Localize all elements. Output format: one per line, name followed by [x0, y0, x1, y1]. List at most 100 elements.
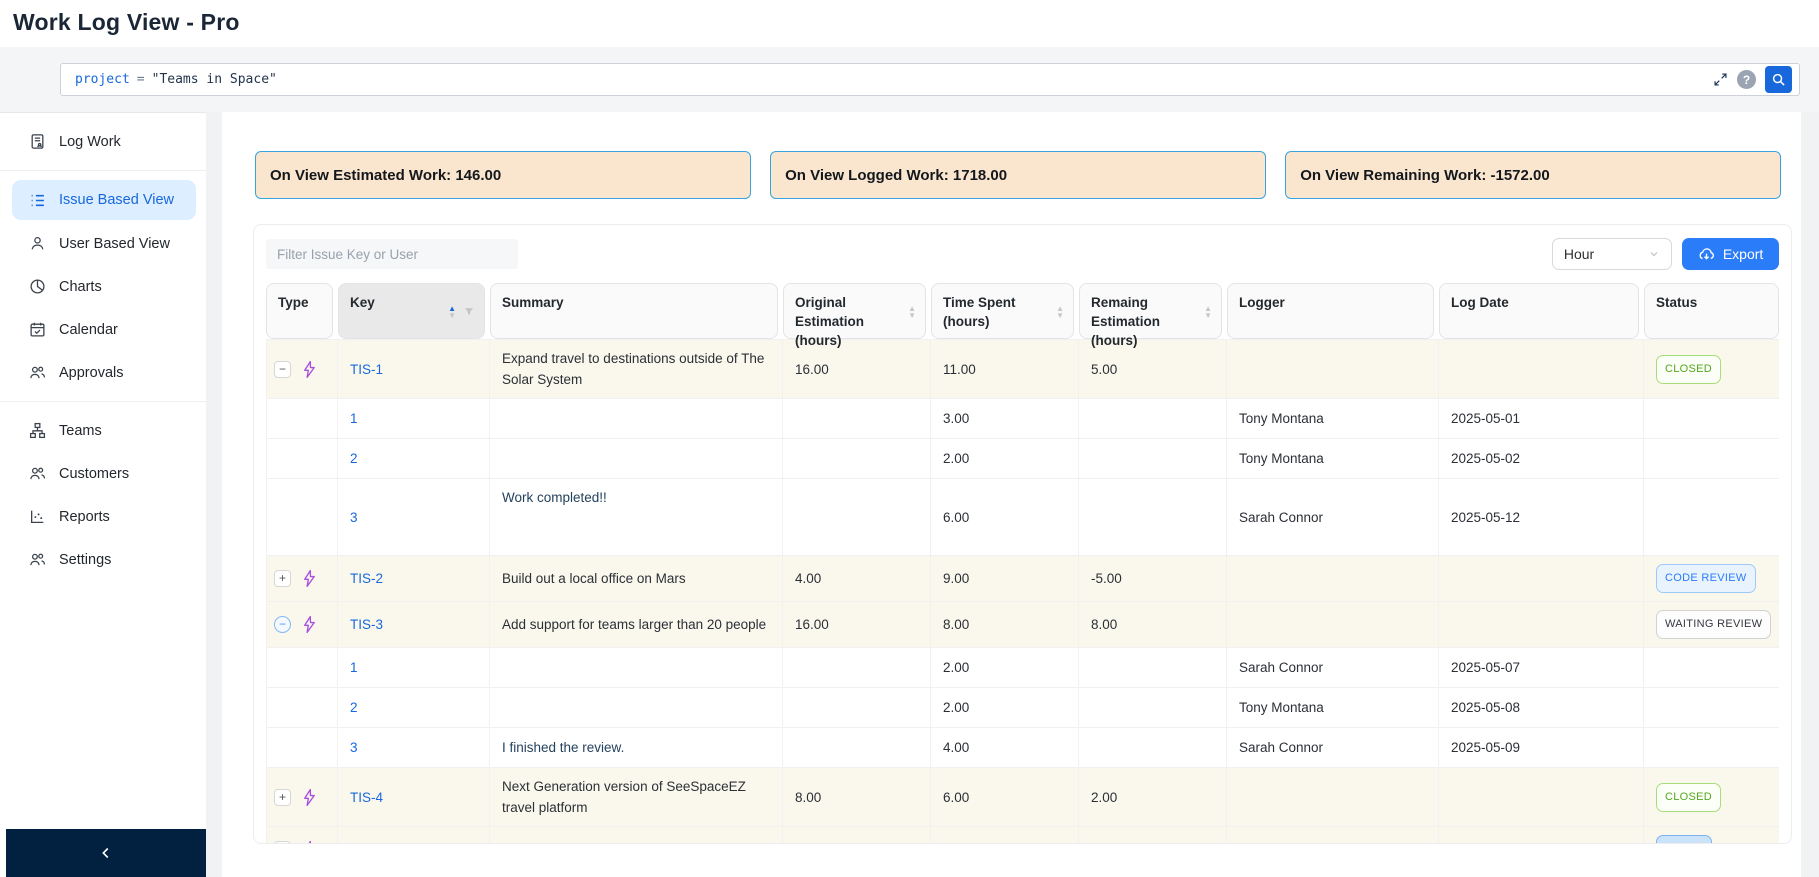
chevron-down-icon — [1648, 248, 1660, 260]
key-cell: 1 — [338, 648, 490, 687]
search-button[interactable] — [1765, 66, 1792, 93]
toolbar-right-controls: Hour Export — [1551, 238, 1780, 270]
time-spent-value-cell: 4.00 — [931, 728, 1079, 767]
remaining-estimation-value-cell: 5.00 — [1079, 340, 1227, 398]
original-estimation-value-cell: 16.00 — [783, 602, 931, 647]
worklog-key-link[interactable]: 1 — [350, 408, 358, 429]
sidebar-collapse-button[interactable] — [6, 829, 206, 877]
issue-key-link[interactable]: TIS-2 — [350, 568, 383, 589]
help-icon[interactable]: ? — [1737, 70, 1756, 89]
remaining-estimation-value: -2.00 — [1091, 839, 1122, 843]
chevron-left-icon — [98, 845, 114, 861]
sidebar-item-reports[interactable]: Reports — [0, 495, 206, 538]
worklog-key-link[interactable]: 1 — [350, 657, 358, 678]
logger-name: Tony Montana — [1239, 451, 1324, 466]
sidebar: Log Work Issue Based View User Based View C… — [0, 112, 206, 877]
export-button[interactable]: Export — [1681, 238, 1780, 270]
bolt-icon — [300, 788, 319, 807]
sidebar-item-label: Log Work — [59, 133, 121, 150]
worklog-key-link[interactable]: 2 — [350, 697, 358, 718]
column-header-log-date: Log Date — [1439, 283, 1644, 339]
summary-cell: Next Generation version of SeeSpaceEZ tr… — [490, 768, 783, 826]
worklog-key-link[interactable]: 3 — [350, 507, 358, 528]
expand-row-button[interactable]: + — [274, 570, 291, 587]
jql-text: project = "Teams in Space" — [75, 72, 277, 87]
expand-row-button[interactable]: + — [274, 788, 291, 806]
sidebar-group: Teams Customers Reports Settings — [0, 402, 206, 588]
worklog-comment: Work completed!! — [502, 490, 607, 505]
time-spent-value: 8.00 — [943, 839, 969, 843]
sidebar-item-charts[interactable]: Charts — [0, 265, 206, 308]
unit-select[interactable]: Hour — [1551, 238, 1672, 270]
logger-name: Tony Montana — [1239, 411, 1324, 426]
remaining-estimation-value: -5.00 — [1091, 571, 1122, 586]
people-icon — [29, 551, 46, 568]
logger-cell: Sarah Connor — [1227, 728, 1439, 767]
sidebar-item-teams[interactable]: Teams — [0, 409, 206, 452]
column-header-time-spent-hours[interactable]: Time Spent (hours) ▲ ▼ — [931, 283, 1079, 339]
summary-card-estimated: On View Estimated Work: 146.00 — [255, 151, 752, 199]
cloud-download-icon — [1698, 246, 1715, 263]
jql-input[interactable]: project = "Teams in Space" ? — [60, 63, 1800, 96]
sidebar-item-issue-based-view[interactable]: Issue Based View — [12, 180, 196, 220]
issue-summary: Next Generation version of SeeSpaceEZ tr… — [502, 779, 746, 815]
worklog-panel: Hour Export Type Key ▲▼ Summary Original Est… — [253, 224, 1793, 844]
sidebar-item-label: Issue Based View — [59, 192, 174, 208]
logger-cell: Tony Montana — [1227, 688, 1439, 727]
log-date-cell: 2025-05-02 — [1439, 439, 1644, 478]
collapse-row-button[interactable]: − — [274, 616, 291, 633]
column-header-status: Status — [1644, 283, 1780, 339]
worklog-key-link[interactable]: 2 — [350, 448, 358, 469]
worklog-row: 2 2.00 Tony Montana 2025-05-02 — [266, 439, 1780, 479]
time-spent-value-cell: 11.00 — [931, 340, 1079, 398]
bolt-icon — [300, 360, 319, 379]
key-cell: 2 — [338, 688, 490, 727]
export-button-label: Export — [1722, 246, 1764, 262]
jql-operator: = — [136, 72, 145, 87]
collapse-row-button[interactable]: − — [274, 360, 291, 378]
original-estimation-value-cell: 6.00 — [783, 827, 931, 843]
type-cell — [266, 439, 338, 478]
column-header-summary: Summary — [490, 283, 783, 339]
table-header: Type Key ▲ ▼ Summary Original Estimation (hou… — [266, 283, 1780, 348]
column-header-key[interactable]: Key ▲ ▼ — [338, 283, 490, 339]
sidebar-item-approvals[interactable]: Approvals — [0, 351, 206, 394]
worklog-row: 1 3.00 Tony Montana 2025-05-01 — [266, 399, 1780, 439]
worklog-row: 3 I finished the review. 4.00 Sarah Connor 2… — [266, 728, 1780, 768]
time-spent-value: 6.00 — [943, 509, 970, 525]
calendar-icon — [29, 321, 46, 338]
sidebar-item-label: Settings — [59, 551, 112, 568]
issue-key-link[interactable]: TIS-1 — [350, 359, 383, 380]
column-header-label: Log Date — [1451, 295, 1509, 310]
worklog-key-link[interactable]: 3 — [350, 737, 358, 758]
page-header: Work Log View - Pro — [0, 0, 1819, 47]
remaining-estimation-value: 8.00 — [1091, 617, 1118, 632]
issue-key-link[interactable]: TIS-3 — [350, 614, 383, 635]
bolt-icon — [300, 569, 319, 588]
expand-row-button[interactable]: + — [274, 841, 291, 843]
column-header-remaing-estimation-hours[interactable]: Remaing Estimation (hours) ▲ ▼ — [1079, 283, 1227, 348]
issue-key-link[interactable]: TIS-5 — [350, 839, 383, 843]
sidebar-item-settings[interactable]: Settings — [0, 538, 206, 581]
expand-editor-icon[interactable] — [1713, 72, 1728, 87]
issue-key-link[interactable]: TIS-4 — [350, 787, 383, 808]
sidebar-item-calendar[interactable]: Calendar — [0, 308, 206, 351]
key-cell: 3 — [338, 479, 490, 555]
original-estimation-value-cell — [783, 688, 931, 727]
time-spent-value: 11.00 — [943, 361, 976, 377]
logger-name: Sarah Connor — [1239, 660, 1324, 675]
sidebar-item-customers[interactable]: Customers — [0, 452, 206, 495]
time-spent-value: 2.00 — [943, 451, 970, 466]
column-header-label: Logger — [1239, 295, 1285, 310]
sidebar-item-log-work[interactable]: Log Work — [0, 120, 206, 163]
sidebar-item-user-based-view[interactable]: User Based View — [0, 222, 206, 265]
log-work-icon — [29, 133, 46, 150]
filter-input[interactable] — [266, 239, 518, 269]
time-spent-value: 3.00 — [943, 411, 970, 426]
page-title: Work Log View - Pro — [13, 9, 240, 35]
logger-cell: Sarah Connor — [1227, 648, 1439, 687]
column-header-label: Status — [1656, 295, 1698, 310]
remaining-estimation-value-cell — [1079, 688, 1227, 727]
column-header-original-estimation-hours[interactable]: Original Estimation (hours) ▲ ▼ — [783, 283, 931, 348]
issue-row: − TIS-3 Add support for teams larger than … — [266, 602, 1780, 648]
